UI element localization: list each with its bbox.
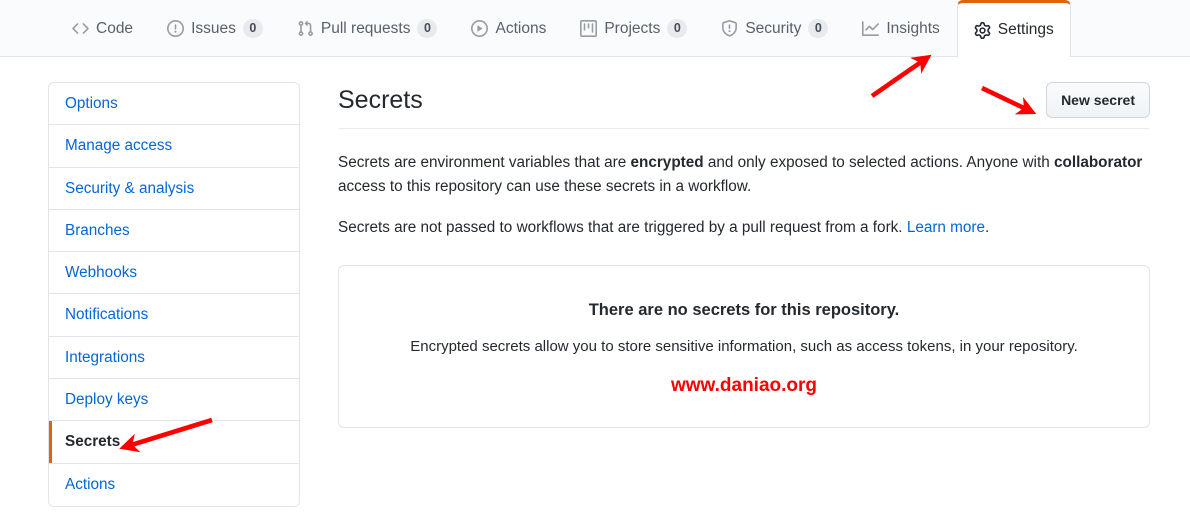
- sidebar-item-notifications[interactable]: Notifications: [49, 294, 299, 337]
- repo-tab-label: Projects: [604, 19, 661, 37]
- sidebar-item-webhooks[interactable]: Webhooks: [49, 252, 299, 295]
- new-secret-button[interactable]: New secret: [1046, 82, 1150, 118]
- secrets-description-paragraph: Secrets are environment variables that a…: [338, 151, 1150, 198]
- repo-tab-code[interactable]: Code: [55, 0, 150, 56]
- security-counter: 0: [808, 19, 829, 38]
- sidebar-item-label: Options: [65, 95, 118, 112]
- sidebar-item-label: Deploy keys: [65, 391, 149, 409]
- blankslate-subtitle: Encrypted secrets allow you to store sen…: [410, 337, 1078, 355]
- learn-more-link[interactable]: Learn more: [907, 219, 985, 236]
- project-icon: [580, 20, 598, 37]
- secrets-blankslate: There are no secrets for this repository…: [338, 265, 1150, 429]
- repo-tab-label: Settings: [997, 21, 1054, 39]
- page-title: Secrets: [338, 86, 423, 114]
- watermark-text: www.daniao.org: [670, 374, 818, 396]
- gear-icon: [974, 21, 991, 39]
- repo-tab-label: Code: [96, 19, 134, 37]
- settings-page: Options Manage access Security & analysi…: [0, 57, 1190, 507]
- code-icon: [72, 20, 89, 37]
- fork-note-suffix: .: [985, 219, 990, 237]
- sidebar-item-actions[interactable]: Actions: [49, 463, 299, 506]
- repo-tab-label: Pull requests: [320, 19, 411, 37]
- git-pull-request-icon: [297, 20, 314, 37]
- sidebar-item-label: Webhooks: [65, 264, 137, 282]
- repo-tab-label: Actions: [495, 19, 547, 37]
- sidebar-item-label: Secrets: [65, 433, 121, 451]
- repo-tab-label: Insights: [886, 19, 940, 37]
- sidebar-item-secrets[interactable]: Secrets: [49, 421, 299, 464]
- fork-note-paragraph: Secrets are not passed to workflows that…: [338, 216, 1150, 240]
- sidebar-item-branches[interactable]: Branches: [49, 209, 299, 253]
- repo-tab-pull-requests[interactable]: Pull requests 0: [280, 0, 455, 56]
- sidebar-item-security-analysis[interactable]: Security & analysis: [49, 167, 299, 210]
- pull-requests-counter: 0: [417, 19, 438, 38]
- issue-opened-icon: [167, 20, 185, 37]
- repo-tab-label: Issues: [191, 19, 236, 37]
- desc-bold-encrypted: encrypted: [630, 154, 704, 171]
- desc-bold-collaborator: collaborator: [1053, 154, 1143, 171]
- sidebar-item-label: Actions: [65, 475, 116, 493]
- projects-counter: 0: [667, 19, 688, 38]
- issues-counter: 0: [242, 19, 263, 38]
- settings-content: Secrets New secret Secrets are environme…: [300, 82, 1190, 507]
- repo-tab-settings[interactable]: Settings: [956, 0, 1071, 57]
- sidebar-item-label: Manage access: [65, 137, 173, 155]
- settings-sidebar: Options Manage access Security & analysi…: [48, 82, 300, 507]
- sidebar-item-manage-access[interactable]: Manage access: [49, 125, 299, 168]
- sidebar-item-options[interactable]: Options: [49, 83, 299, 126]
- play-icon: [471, 20, 489, 37]
- desc-part-1: Secrets are environment variables that a…: [338, 154, 631, 171]
- desc-part-3: access to this repository can use these …: [338, 177, 752, 195]
- sidebar-item-integrations[interactable]: Integrations: [49, 336, 299, 380]
- fork-note-text: Secrets are not passed to workflows that…: [338, 219, 907, 237]
- desc-part-2: and only exposed to selected actions. An…: [703, 154, 1054, 171]
- sidebar-item-deploy-keys[interactable]: Deploy keys: [49, 379, 299, 422]
- sidebar-item-label: Security & analysis: [65, 179, 195, 197]
- shield-icon: [721, 20, 738, 37]
- repo-tab-actions[interactable]: Actions: [454, 0, 563, 56]
- blankslate-title: There are no secrets for this repository…: [588, 301, 900, 320]
- repo-tab-projects[interactable]: Projects 0: [563, 0, 704, 56]
- content-header: Secrets New secret: [338, 82, 1150, 129]
- repo-tab-insights[interactable]: Insights: [845, 0, 956, 56]
- sidebar-item-label: Branches: [65, 221, 130, 239]
- repo-tab-issues[interactable]: Issues 0: [150, 0, 280, 56]
- graph-icon: [862, 20, 880, 37]
- repo-tab-security[interactable]: Security 0: [704, 0, 845, 56]
- sidebar-item-label: Notifications: [65, 306, 149, 324]
- repo-tab-label: Security: [745, 19, 802, 37]
- repo-nav: Code Issues 0 Pull requests 0 Actions Pr…: [0, 0, 1190, 57]
- sidebar-item-label: Integrations: [65, 348, 145, 366]
